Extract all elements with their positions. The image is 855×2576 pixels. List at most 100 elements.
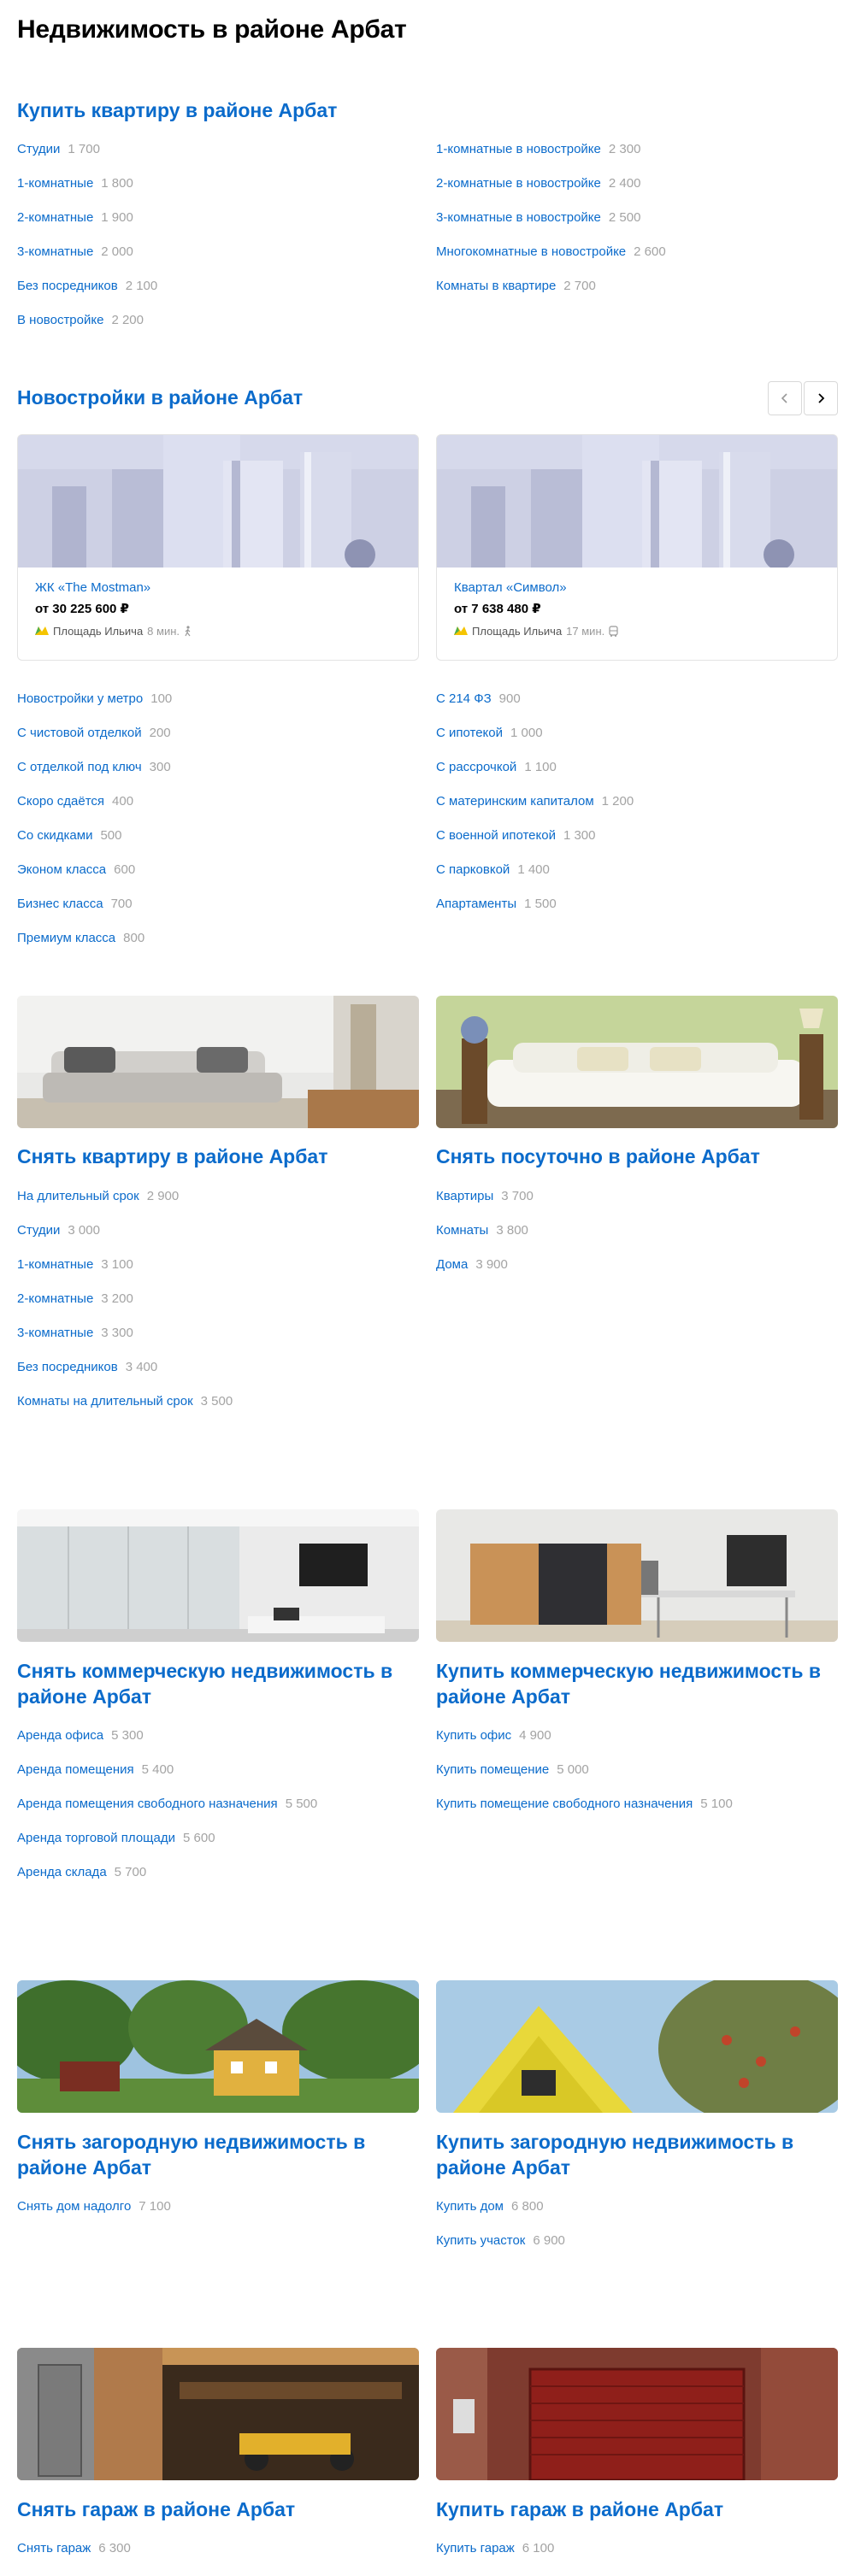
rent-commercial-title-line1: Снять коммерческую недвижимость в	[17, 1660, 393, 1682]
rent-garage-title[interactable]: Снять гараж в районе Арбат	[17, 2497, 295, 2522]
filter-link[interactable]: Комнаты на длительный срок	[17, 1394, 193, 1409]
filter-link[interactable]: Студии	[17, 1223, 60, 1238]
filter-link[interactable]: С материнским капиталом	[436, 794, 594, 809]
link-row: Многокомнатные в новостройке 2 600	[436, 235, 666, 269]
filter-link[interactable]: Бизнес класса	[17, 897, 103, 911]
filter-link[interactable]: 1-комнатные в новостройке	[436, 142, 601, 156]
rent-garage-list: Снять гараж 6 300	[17, 2532, 131, 2566]
buy-country-list: Купить дом 6 800 Купить участок 6 900	[436, 2190, 565, 2258]
buy-country-title[interactable]: Купить загородную недвижимость в районе …	[436, 2129, 793, 2180]
filter-link[interactable]: С ипотекой	[436, 726, 503, 740]
link-row: Комнаты 3 800	[436, 1214, 534, 1248]
listing-count: 6 300	[98, 2541, 131, 2555]
filter-link[interactable]: Студии	[17, 142, 60, 156]
filter-link[interactable]: 1-комнатные	[17, 176, 93, 191]
new-building-card[interactable]: ЖК «The Mostman» от 30 225 600 ₽ Площадь…	[17, 434, 419, 661]
filter-link[interactable]: Снять гараж	[17, 2541, 91, 2555]
filter-link[interactable]: Дома	[436, 1257, 468, 1272]
filter-link[interactable]: Новостройки у метро	[17, 691, 143, 706]
filter-link[interactable]: Аренда помещения	[17, 1762, 134, 1777]
metro-info: Площадь Ильича 17 мин.	[454, 621, 820, 640]
rent-commercial-title[interactable]: Снять коммерческую недвижимость в районе…	[17, 1658, 392, 1709]
link-row: Купить дом 6 800	[436, 2190, 565, 2224]
rent-commercial-title-line2: районе Арбат	[17, 1685, 152, 1708]
filter-link[interactable]: Премиум класса	[17, 931, 115, 945]
complex-name[interactable]: ЖК «The Mostman»	[35, 580, 401, 601]
filter-link[interactable]: Эконом класса	[17, 862, 106, 877]
filter-link[interactable]: На длительный срок	[17, 1189, 139, 1203]
metro-station: Площадь Ильича	[472, 624, 563, 638]
filter-link[interactable]: 1-комнатные	[17, 1257, 93, 1272]
link-row: В новостройке 2 200	[17, 303, 157, 338]
daily-title[interactable]: Снять посуточно в районе Арбат	[436, 1144, 760, 1169]
listing-count: 2 100	[125, 279, 158, 293]
link-row: 1-комнатные 1 800	[17, 167, 157, 201]
metro-icon	[454, 626, 468, 635]
filter-link[interactable]: Аренда склада	[17, 1865, 107, 1879]
link-row: Аренда помещения 5 400	[17, 1753, 317, 1787]
buy-garage-title[interactable]: Купить гараж в районе Арбат	[436, 2497, 723, 2522]
filter-link[interactable]: В новостройке	[17, 313, 103, 327]
filter-link[interactable]: Купить помещение свободного назначения	[436, 1797, 693, 1811]
listing-count: 5 500	[285, 1797, 318, 1811]
filter-link[interactable]: 2-комнатные в новостройке	[436, 176, 601, 191]
carousel-next-button[interactable]	[804, 381, 838, 415]
filter-link[interactable]: 3-комнатные	[17, 1326, 93, 1340]
filter-link[interactable]: С 214 ФЗ	[436, 691, 492, 706]
link-row: Комнаты в квартире 2 700	[436, 269, 666, 303]
filter-link[interactable]: Купить офис	[436, 1728, 511, 1743]
filter-link[interactable]: Аренда торговой площади	[17, 1831, 175, 1845]
link-row: С ипотекой 1 000	[436, 716, 634, 750]
listing-count: 3 900	[475, 1257, 508, 1272]
link-row: С военной ипотекой 1 300	[436, 819, 634, 853]
rent-flat-title[interactable]: Снять квартиру в районе Арбат	[17, 1144, 328, 1169]
filter-link[interactable]: Без посредников	[17, 1360, 118, 1374]
filter-link[interactable]: Купить гараж	[436, 2541, 515, 2555]
listing-count: 2 600	[634, 244, 666, 259]
filter-link[interactable]: Комнаты	[436, 1223, 488, 1238]
filter-link[interactable]: 3-комнатные	[17, 244, 93, 259]
link-row: Новостройки у метро 100	[17, 682, 172, 716]
filter-link[interactable]: Многокомнатные в новостройке	[436, 244, 626, 259]
rent-country-title[interactable]: Снять загородную недвижимость в районе А…	[17, 2129, 365, 2180]
buy-commercial-list: Купить офис 4 900 Купить помещение 5 000 Куп…	[436, 1719, 733, 1821]
filter-link[interactable]: С чистовой отделкой	[17, 726, 142, 740]
link-row: Без посредников 2 100	[17, 269, 157, 303]
filter-link[interactable]: 2-комнатные	[17, 210, 93, 225]
filter-link[interactable]: Без посредников	[17, 279, 118, 293]
link-row: С парковкой 1 400	[436, 853, 634, 887]
filter-link[interactable]: С рассрочкой	[436, 760, 516, 774]
new-buildings-title[interactable]: Новостройки в районе Арбат	[17, 385, 303, 410]
link-row: На длительный срок 2 900	[17, 1179, 233, 1214]
listing-count: 2 500	[608, 210, 641, 225]
listing-count: 4 900	[519, 1728, 551, 1743]
filter-link[interactable]: 2-комнатные	[17, 1291, 93, 1306]
filter-link[interactable]: Аренда помещения свободного назначения	[17, 1797, 278, 1811]
listing-count: 3 400	[125, 1360, 158, 1374]
filter-link[interactable]: С отделкой под ключ	[17, 760, 142, 774]
filter-link[interactable]: С военной ипотекой	[436, 828, 556, 843]
listing-count: 400	[112, 794, 134, 809]
filter-link[interactable]: Купить помещение	[436, 1762, 549, 1777]
filter-link[interactable]: Купить дом	[436, 2199, 504, 2214]
link-row: Аренда торговой площади 5 600	[17, 1821, 317, 1856]
link-row: Купить помещение свободного назначения 5 …	[436, 1787, 733, 1821]
filter-link[interactable]: Аренда офиса	[17, 1728, 103, 1743]
filter-link[interactable]: Скоро сдаётся	[17, 794, 104, 809]
filter-link[interactable]: Купить участок	[436, 2233, 525, 2248]
filter-link[interactable]: Снять дом надолго	[17, 2199, 131, 2214]
filter-link[interactable]: Апартаменты	[436, 897, 516, 911]
filter-link[interactable]: Комнаты в квартире	[436, 279, 556, 293]
filter-link[interactable]: 3-комнатные в новостройке	[436, 210, 601, 225]
complex-name[interactable]: Квартал «Символ»	[454, 580, 820, 601]
chevron-right-icon	[818, 393, 825, 403]
filter-link[interactable]: Со скидками	[17, 828, 92, 843]
listing-count: 300	[149, 760, 171, 774]
link-row: Аренда офиса 5 300	[17, 1719, 317, 1753]
new-building-card[interactable]: Квартал «Символ» от 7 638 480 ₽ Площадь …	[436, 434, 838, 661]
filter-link[interactable]: Квартиры	[436, 1189, 493, 1203]
buy-flat-title[interactable]: Купить квартиру в районе Арбат	[17, 97, 337, 123]
buy-commercial-title[interactable]: Купить коммерческую недвижимость в район…	[436, 1658, 821, 1709]
filter-link[interactable]: С парковкой	[436, 862, 510, 877]
carousel-prev-button[interactable]	[768, 381, 802, 415]
